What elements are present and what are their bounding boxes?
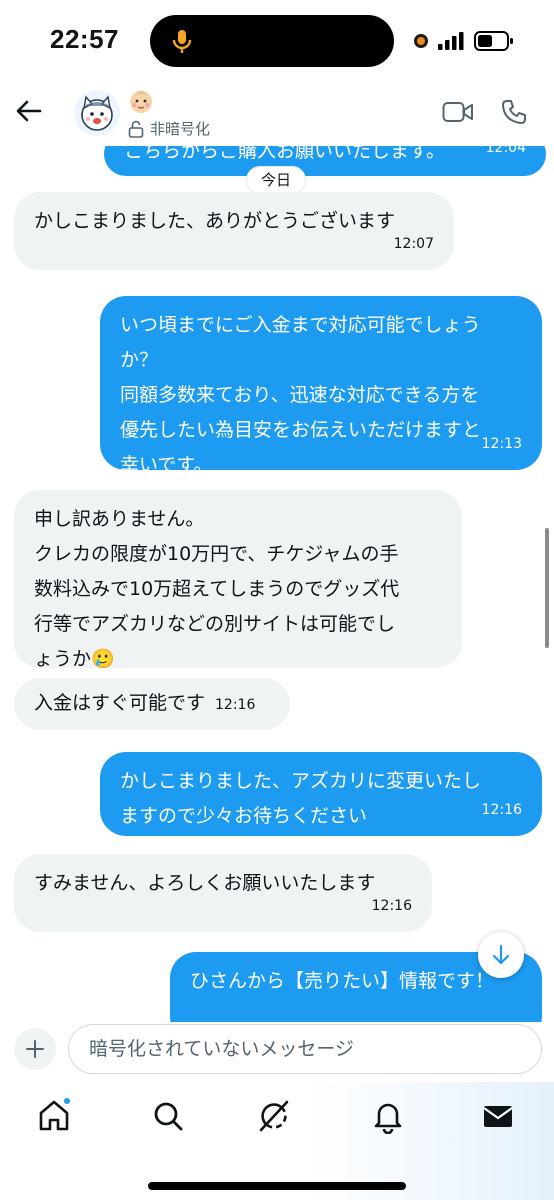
video-call-icon[interactable] xyxy=(442,100,474,124)
message-bubble-outgoing[interactable]: かしこまりました、アズカリに変更いたし ますので少々お待ちください 12:16 xyxy=(100,752,542,836)
search-icon[interactable] xyxy=(150,1098,186,1134)
message-text: 入金はすぐ可能です xyxy=(34,692,206,714)
home-indicator xyxy=(148,1182,406,1190)
encryption-label: 非暗号化 xyxy=(150,120,211,138)
message-line: かしこまりました、アズカリに変更いたし xyxy=(120,770,482,792)
bell-icon[interactable] xyxy=(370,1098,406,1134)
message-line: 優先したい為目安をお伝えいただけますと xyxy=(120,419,482,441)
message-time: 12:13 xyxy=(481,436,522,452)
message-bubble-incoming[interactable]: 入金はすぐ可能です 12:16 xyxy=(14,678,290,730)
signal-icon xyxy=(438,32,464,50)
message-line: かしこまりました、ありがとうございます xyxy=(34,210,396,232)
message-line: 同額多数来ており、迅速な対応できる方を xyxy=(120,384,480,406)
encryption-status: 非暗号化 xyxy=(128,118,210,139)
message-line: か？ xyxy=(120,349,159,371)
message-time: 12:07 xyxy=(393,236,434,252)
message-time: 12:16 xyxy=(215,697,256,713)
battery-icon xyxy=(474,31,513,51)
message-text: こちらからご購入お願いいたします。 xyxy=(124,146,446,162)
conversation-header: 非暗号化 xyxy=(0,86,554,146)
message-line: 数料込みで10万超えてしまうのでグッズ代 xyxy=(34,578,400,600)
message-time: 12:04 xyxy=(485,146,526,156)
message-bubble-outgoing[interactable]: いつ頃までにご入金まで対応可能でしょう か？ 同額多数来ており、迅速な対応できる… xyxy=(100,296,542,476)
system-icons xyxy=(414,30,514,52)
message-bubble-incoming[interactable]: かしこまりました、ありがとうございます 12:07 xyxy=(14,192,454,270)
message-line: クレカの限度が10万円で、チケジャムの手 xyxy=(34,543,399,565)
date-divider: 今日 xyxy=(246,166,307,194)
message-line: ひさんから【売りたい】情報です！ xyxy=(190,970,495,992)
message-list[interactable]: こちらからご購入お願いいたします。 12:04 今日 かしこまりました、ありがと… xyxy=(0,146,554,1022)
dynamic-island xyxy=(150,15,394,67)
back-arrow-icon[interactable] xyxy=(14,96,44,126)
microphone-icon xyxy=(172,30,192,53)
recording-indicator-icon xyxy=(414,34,428,48)
bottom-navigation xyxy=(0,1082,554,1200)
message-input[interactable] xyxy=(68,1024,542,1074)
message-line: いつ頃までにご入金まで対応可能でしょう xyxy=(120,314,481,336)
avatar[interactable] xyxy=(74,90,120,136)
message-time: 12:16 xyxy=(481,802,522,818)
grok-icon[interactable] xyxy=(256,1098,292,1134)
unlocked-padlock-icon xyxy=(128,120,144,138)
message-line: 申し訳ありません。 xyxy=(34,508,205,530)
plus-icon xyxy=(26,1040,44,1058)
scroll-to-bottom-button[interactable] xyxy=(478,932,524,978)
message-composer xyxy=(0,1022,554,1082)
message-bubble-outgoing[interactable]: こちらからご購入お願いいたします。 12:04 xyxy=(104,146,546,176)
notification-dot xyxy=(62,1096,72,1106)
message-line: 幸いです。 xyxy=(120,454,213,476)
message-line: ますので少々お待ちください xyxy=(120,805,368,827)
message-bubble-incoming[interactable]: 申し訳ありません。 クレカの限度が10万円で、チケジャムの手 数料込みで10万超… xyxy=(14,490,462,670)
status-time: 22:57 xyxy=(50,24,119,54)
arrow-down-icon xyxy=(492,944,510,965)
phone-call-icon[interactable] xyxy=(500,98,528,126)
message-line: すみません、よろしくお願いいたします xyxy=(34,872,376,894)
add-attachment-button[interactable] xyxy=(14,1028,56,1070)
status-bar: 22:57 xyxy=(0,0,554,86)
message-time: 12:16 xyxy=(371,898,412,914)
mail-icon[interactable] xyxy=(480,1098,516,1134)
baby-emoji-icon xyxy=(130,90,152,113)
message-bubble-incoming[interactable]: すみません、よろしくお願いいたします 12:16 xyxy=(14,854,432,932)
message-line: 行等でアズカリなどの別サイトは可能でし xyxy=(34,613,396,635)
scrollbar[interactable] xyxy=(545,528,549,648)
avatar-character-icon xyxy=(81,95,113,131)
message-line: ょうか🥲 xyxy=(34,648,115,670)
